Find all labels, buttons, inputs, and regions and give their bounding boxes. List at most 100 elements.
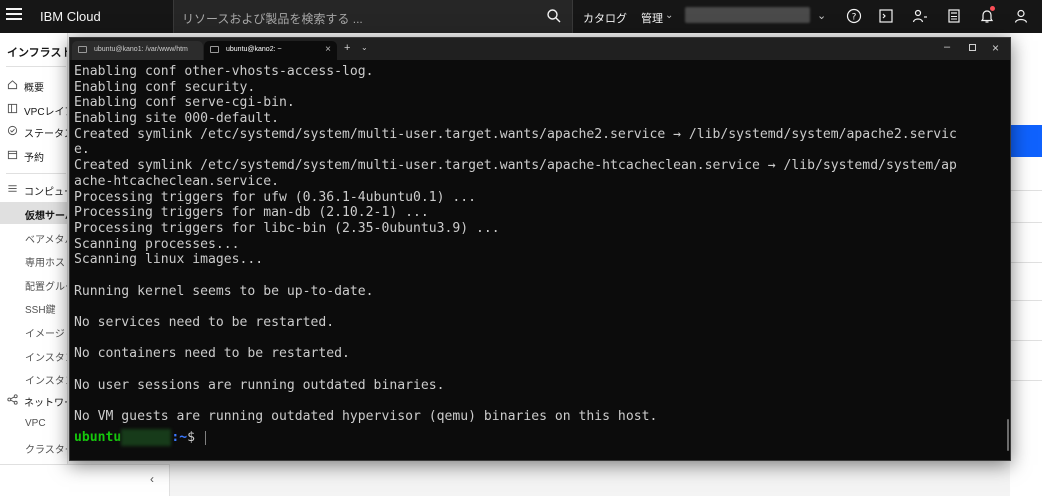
sidebar-item-vpc-layout[interactable]: VPCレイアウト xyxy=(0,98,67,120)
sidebar-item-vpc[interactable]: VPC xyxy=(0,413,67,435)
search-placeholder: リソースおよび製品を検索する ... xyxy=(182,12,363,26)
scrollbar[interactable] xyxy=(1007,419,1009,451)
menu-icon[interactable] xyxy=(6,8,22,24)
sidebar-item-label: 配置グループ xyxy=(25,282,67,293)
terminal-tab[interactable]: ubuntu@kano1: /var/www/htm xyxy=(72,41,203,60)
terminal-line: Scanning linux images... xyxy=(74,252,264,268)
sidebar-item-instance-templates[interactable]: インスタンス・テンプレート xyxy=(0,367,67,389)
home-icon xyxy=(7,80,18,90)
user-avatar-icon[interactable] xyxy=(1013,8,1029,24)
search-input[interactable]: リソースおよび製品を検索する ... xyxy=(173,0,573,33)
help-icon[interactable]: ? xyxy=(846,8,862,24)
close-tab-icon[interactable]: × xyxy=(325,44,331,55)
prompt-path: :~ xyxy=(171,430,188,445)
sidebar-item-overview[interactable]: 概要 xyxy=(0,74,67,96)
terminal-line: Created symlink /etc/systemd/system/mult… xyxy=(74,126,957,142)
terminal-line: No VM guests are running outdated hyperv… xyxy=(74,409,658,425)
sidebar-item-label: VPC xyxy=(25,418,46,429)
terminal-line: e. xyxy=(74,142,90,158)
terminal-window: ubuntu@kano1: /var/www/htm ubuntu@kano2:… xyxy=(69,37,1011,461)
terminal-line: Processing triggers for ufw (0.36.1-4ubu… xyxy=(74,189,477,205)
terminal-line: Processing triggers for libc-bin (2.35-0… xyxy=(74,220,500,236)
terminal-output[interactable]: Enabling conf other-vhosts-access-log. En… xyxy=(74,64,998,458)
divider xyxy=(6,173,66,174)
sidebar-item-label: ベアメタル・サーバー xyxy=(25,235,67,246)
svg-text:?: ? xyxy=(852,13,857,23)
terminal-line: No services need to be restarted. xyxy=(74,315,335,330)
divider xyxy=(1011,300,1042,301)
close-icon[interactable]: × xyxy=(992,41,999,55)
sidebar-section-compute[interactable]: コンピュート xyxy=(0,178,67,200)
sidebar-item-instance-groups[interactable]: インスタンス・グループ xyxy=(0,344,67,366)
maximize-icon[interactable] xyxy=(969,44,976,51)
terminal-line: Scanning processes... xyxy=(74,236,240,252)
list-icon xyxy=(8,185,17,192)
collapse-sidebar-icon[interactable]: ‹ xyxy=(150,472,154,486)
sidebar-item-placement-groups[interactable]: 配置グループ xyxy=(0,273,67,295)
sidebar-item-ssh-keys[interactable]: SSH鍵 xyxy=(0,296,67,318)
manage-menu[interactable]: 管理 xyxy=(641,10,663,26)
sidebar-item-label: イメージ xyxy=(25,329,65,340)
sidebar-item-label: インスタンス・グループ xyxy=(25,353,67,364)
terminal-line: Created symlink /etc/systemd/system/mult… xyxy=(74,158,957,174)
terminal-line: Running kernel seems to be up-to-date. xyxy=(74,283,374,299)
sidebar-item-images[interactable]: イメージ xyxy=(0,320,67,342)
terminal-icon xyxy=(210,46,219,53)
prompt-user: ubuntu xyxy=(74,430,122,445)
terminal-line: No containers need to be restarted. xyxy=(74,346,350,362)
sidebar-item-cluster-networks[interactable]: クラスター・ネットワーク xyxy=(0,436,67,458)
brand-logo[interactable]: IBM Cloud xyxy=(40,9,101,24)
terminal-line: Enabling site 000-default. xyxy=(74,111,279,127)
account-switcher[interactable] xyxy=(685,7,810,23)
minimize-icon[interactable]: – xyxy=(944,41,950,53)
network-icon xyxy=(7,394,18,405)
divider xyxy=(1011,222,1042,223)
text-cursor xyxy=(204,430,206,445)
chevron-down-icon[interactable]: ⌄ xyxy=(361,43,368,52)
infrastructure-sidebar: インフラストラクチャー 概要 VPCレイアウト ステータス 予約 コンピュート … xyxy=(0,33,68,496)
sidebar-item-bare-metal[interactable]: ベアメタル・サーバー xyxy=(0,226,67,248)
terminal-tab-active[interactable]: ubuntu@kano2: ~ × xyxy=(204,41,337,60)
sidebar-item-label: ステータス xyxy=(24,129,67,140)
sidebar-item-virtual-servers[interactable]: 仮想サーバー xyxy=(0,202,67,224)
primary-action-button[interactable] xyxy=(1011,125,1042,157)
chevron-down-icon[interactable]: ⌄ xyxy=(817,9,826,22)
sidebar-item-label: インスタンス・テンプレート xyxy=(25,376,67,387)
redacted-hostname xyxy=(121,429,172,446)
search-icon[interactable] xyxy=(546,8,562,24)
terminal-line: No user sessions are running outdated bi… xyxy=(74,377,445,393)
sidebar-item-label: SSH鍵 xyxy=(25,305,56,316)
tab-label: ubuntu@kano1: /var/www/htm xyxy=(94,46,188,53)
cost-estimator-icon[interactable] xyxy=(878,8,894,24)
calculator-icon[interactable] xyxy=(946,8,962,24)
terminal-line: ache-htcacheclean.service. xyxy=(74,173,279,189)
sidebar-item-label: 予約 xyxy=(24,153,44,164)
user-access-icon[interactable] xyxy=(912,8,928,24)
terminal-prompt[interactable]: ubuntu :~$ xyxy=(74,429,206,446)
terminal-tab-bar: ubuntu@kano1: /var/www/htm ubuntu@kano2:… xyxy=(70,38,1010,60)
sidebar-item-status[interactable]: ステータス xyxy=(0,120,67,142)
sidebar-item-label: 概要 xyxy=(24,83,44,94)
sidebar-item-reservations[interactable]: 予約 xyxy=(0,144,67,166)
prompt-sign: $ xyxy=(187,430,195,445)
terminal-icon xyxy=(78,46,87,53)
sidebar-footer xyxy=(0,464,170,496)
new-tab-icon[interactable]: + xyxy=(344,42,350,54)
top-navigation-bar: IBM Cloud リソースおよび製品を検索する ... カタログ 管理 ⌄ ⌄… xyxy=(0,0,1042,33)
sidebar-item-dedicated-hosts[interactable]: 専用ホスト xyxy=(0,249,67,271)
divider xyxy=(1011,340,1042,341)
divider xyxy=(1011,262,1042,263)
chevron-down-icon: ⌄ xyxy=(665,10,674,21)
section-label: コンピュート xyxy=(24,187,67,198)
catalog-link[interactable]: カタログ xyxy=(583,10,627,26)
background-page xyxy=(1010,33,1042,496)
sidebar-section-network[interactable]: ネットワーク xyxy=(0,389,67,411)
divider xyxy=(6,66,66,67)
layout-icon xyxy=(7,103,18,114)
sidebar-item-label: 専用ホスト xyxy=(25,258,67,269)
